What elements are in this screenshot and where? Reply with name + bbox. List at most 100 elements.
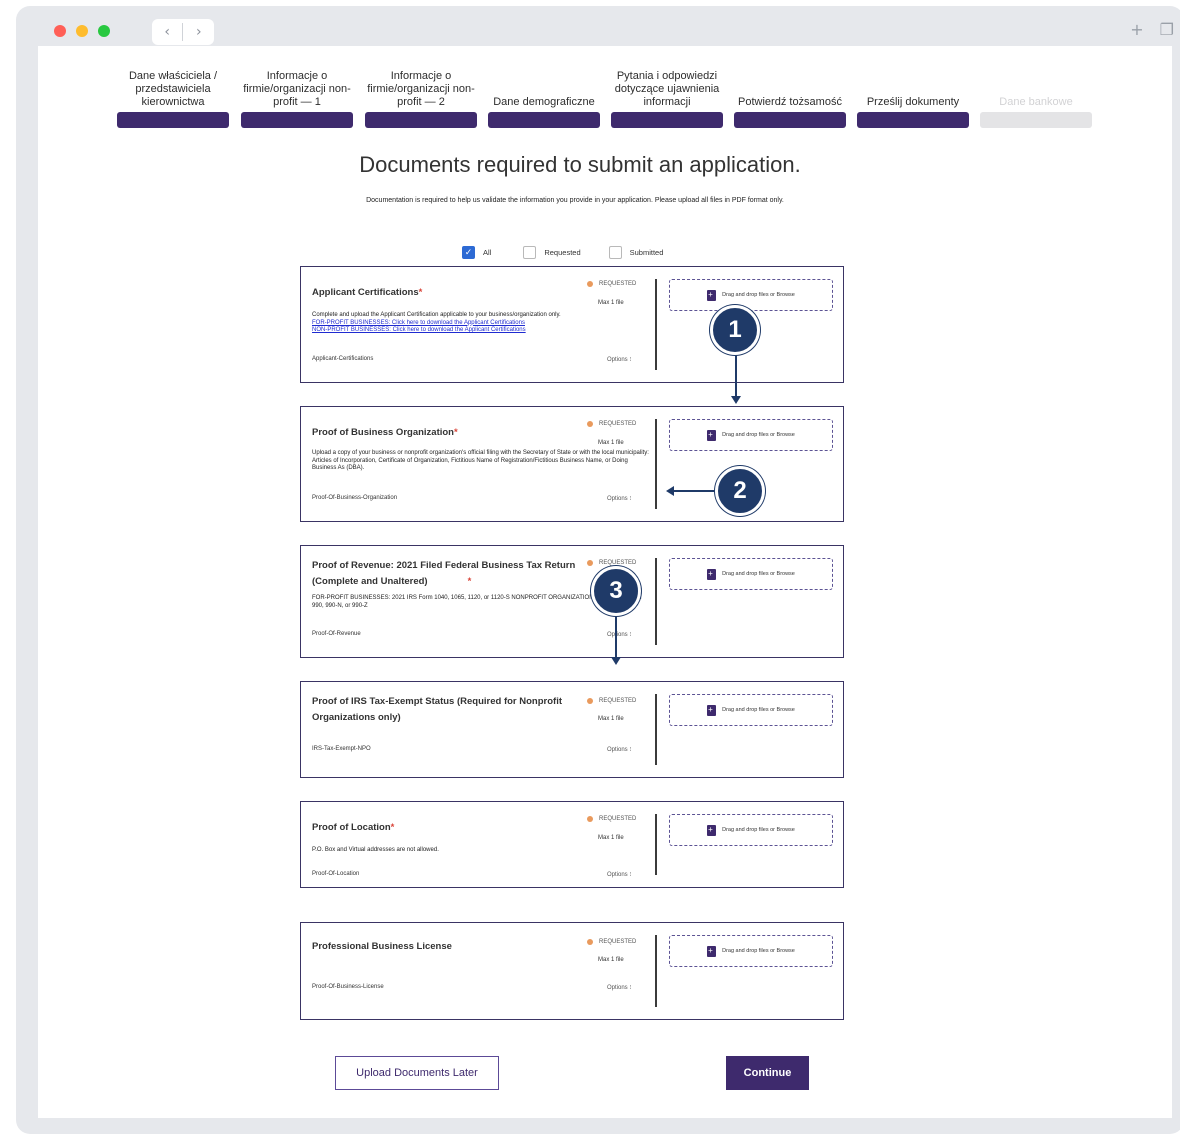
download-link-for-profit[interactable]: FOR-PROFIT BUSINESSES: Click here to dow… (312, 320, 652, 328)
step-bank-details[interactable]: Dane bankowe (980, 59, 1092, 129)
status-dot-icon (587, 281, 593, 287)
required-star: * (454, 427, 458, 438)
step-label: Potwierdź tożsamość (738, 96, 842, 108)
step-label: Informacje o firmie/organizacji non-prof… (367, 70, 475, 108)
filter-all[interactable]: ✓ All (462, 246, 491, 259)
card-title: Proof of IRS Tax-Exempt Status (Required… (312, 696, 562, 723)
step-bar (857, 112, 969, 128)
card-description: Upload a copy of your business or nonpro… (312, 450, 649, 471)
card-divider (655, 694, 657, 765)
card-title: Applicant Certifications* (312, 287, 423, 298)
step-label: Dane bankowe (999, 96, 1073, 108)
tabs-overview-icon[interactable]: ❐ (1160, 20, 1174, 39)
step-label: Informacje o firmie/organizacji non-prof… (243, 70, 351, 108)
document-tag: Proof-Of-Business-License (312, 984, 384, 990)
max-files: Max 1 file (598, 716, 624, 722)
options-menu[interactable]: Options ⁝ (607, 356, 631, 363)
filter-label: Requested (544, 248, 581, 257)
filter-submitted[interactable]: Submitted (608, 246, 664, 259)
status-dot-icon (587, 421, 593, 427)
card-divider (655, 558, 657, 645)
document-filters: ✓ All Requested Submitted (462, 246, 663, 259)
step-company-info-2[interactable]: Informacje o firmie/organizacji non-prof… (365, 59, 477, 129)
required-star: * (467, 576, 472, 587)
upload-file-icon (707, 945, 717, 957)
window-actions: + ❐ (1130, 20, 1174, 39)
step-label: Pytania i odpowiedzi dotyczące ujawnieni… (614, 70, 720, 108)
document-tag: Applicant-Certifications (312, 356, 374, 362)
close-dot[interactable] (54, 25, 66, 37)
step-bar (365, 112, 477, 128)
options-menu[interactable]: Options ⁝ (607, 746, 631, 753)
status-dot-icon (587, 560, 593, 566)
step-disclosure-qa[interactable]: Pytania i odpowiedzi dotyczące ujawnieni… (611, 59, 723, 129)
file-dropzone[interactable]: Drag and drop files or Browse (669, 558, 833, 590)
progress-stepper: Dane właściciela / przedstawiciela kiero… (117, 59, 1097, 129)
file-dropzone[interactable]: Drag and drop files or Browse (669, 694, 833, 726)
step-company-info-1[interactable]: Informacje o firmie/organizacji non-prof… (241, 59, 353, 129)
status-badge: REQUESTED (587, 816, 636, 822)
download-link-non-profit[interactable]: NON-PROFIT BUSINESSES: Click here to dow… (312, 327, 652, 335)
file-dropzone[interactable]: Drag and drop files or Browse (669, 814, 833, 846)
card-description: P.O. Box and Virtual addresses are not a… (312, 847, 439, 853)
document-tag: IRS-Tax-Exempt-NPO (312, 746, 371, 752)
document-card-irs-tax-exempt: Proof of IRS Tax-Exempt Status (Required… (300, 681, 844, 778)
callout-2: 2 (715, 466, 765, 516)
checkbox-icon[interactable] (608, 246, 622, 259)
card-title: Proof of Location* (312, 822, 395, 833)
document-card-applicant-certifications: Applicant Certifications* REQUESTED Max … (300, 266, 844, 383)
file-dropzone[interactable]: Drag and drop files or Browse (669, 419, 833, 451)
step-verify-identity[interactable]: Potwierdź tożsamość (734, 59, 846, 129)
filter-label: Submitted (629, 248, 664, 257)
checkbox-checked-icon[interactable]: ✓ (462, 246, 475, 259)
upload-file-icon (707, 568, 717, 580)
upload-file-icon (707, 704, 717, 716)
step-upload-documents[interactable]: Prześlij dokumenty (857, 59, 969, 129)
callout-3-arrow (615, 616, 617, 658)
document-card-professional-business-license: Professional Business License REQUESTED … (300, 922, 844, 1020)
upload-file-icon (707, 824, 717, 836)
page-subtitle: Documentation is required to help us val… (366, 197, 784, 204)
options-menu[interactable]: Options ⁝ (607, 495, 631, 502)
page-title: Documents required to submit an applicat… (359, 152, 801, 177)
max-files: Max 1 file (598, 957, 624, 963)
step-bar (241, 112, 353, 128)
step-demographics[interactable]: Dane demograficzne (488, 59, 600, 129)
step-label: Dane właściciela / przedstawiciela kiero… (128, 70, 218, 108)
file-dropzone[interactable]: Drag and drop files or Browse (669, 279, 833, 311)
file-dropzone[interactable]: Drag and drop files or Browse (669, 935, 833, 967)
step-owner-details[interactable]: Dane właściciela / przedstawiciela kiero… (117, 59, 229, 129)
upload-file-icon (707, 429, 717, 441)
minimize-dot[interactable] (76, 25, 88, 37)
options-menu[interactable]: Options ⁝ (607, 871, 631, 878)
document-card-proof-of-location: Proof of Location* REQUESTED Max 1 file … (300, 801, 844, 888)
card-divider (655, 279, 657, 370)
step-label: Prześlij dokumenty (866, 96, 960, 108)
options-menu[interactable]: Options ⁝ (607, 631, 631, 638)
window-controls (54, 25, 110, 37)
status-badge: REQUESTED (587, 939, 636, 945)
filter-requested[interactable]: Requested (523, 246, 581, 259)
back-icon[interactable]: ‹ (152, 24, 182, 40)
step-bar (980, 112, 1092, 128)
continue-button[interactable]: Continue (726, 1056, 809, 1090)
card-title: Proof of Revenue: 2021 Filed Federal Bus… (312, 560, 576, 587)
status-dot-icon (587, 698, 593, 704)
status-badge: REQUESTED (587, 560, 636, 566)
card-divider (655, 419, 657, 509)
maximize-dot[interactable] (98, 25, 110, 37)
new-tab-icon[interactable]: + (1130, 20, 1143, 39)
step-bar (488, 112, 600, 128)
forward-icon[interactable]: › (184, 24, 214, 40)
arrow-left-icon (666, 486, 674, 496)
upload-file-icon (707, 289, 717, 301)
status-dot-icon (587, 939, 593, 945)
checkbox-icon[interactable] (523, 246, 537, 259)
document-tag: Proof-Of-Revenue (312, 631, 361, 637)
card-title: Professional Business License (312, 941, 452, 952)
status-badge: REQUESTED (587, 281, 636, 287)
upload-documents-later-button[interactable]: Upload Documents Later (335, 1056, 499, 1090)
status-badge: REQUESTED (587, 698, 636, 704)
max-files: Max 1 file (598, 440, 624, 446)
options-menu[interactable]: Options ⁝ (607, 984, 631, 991)
